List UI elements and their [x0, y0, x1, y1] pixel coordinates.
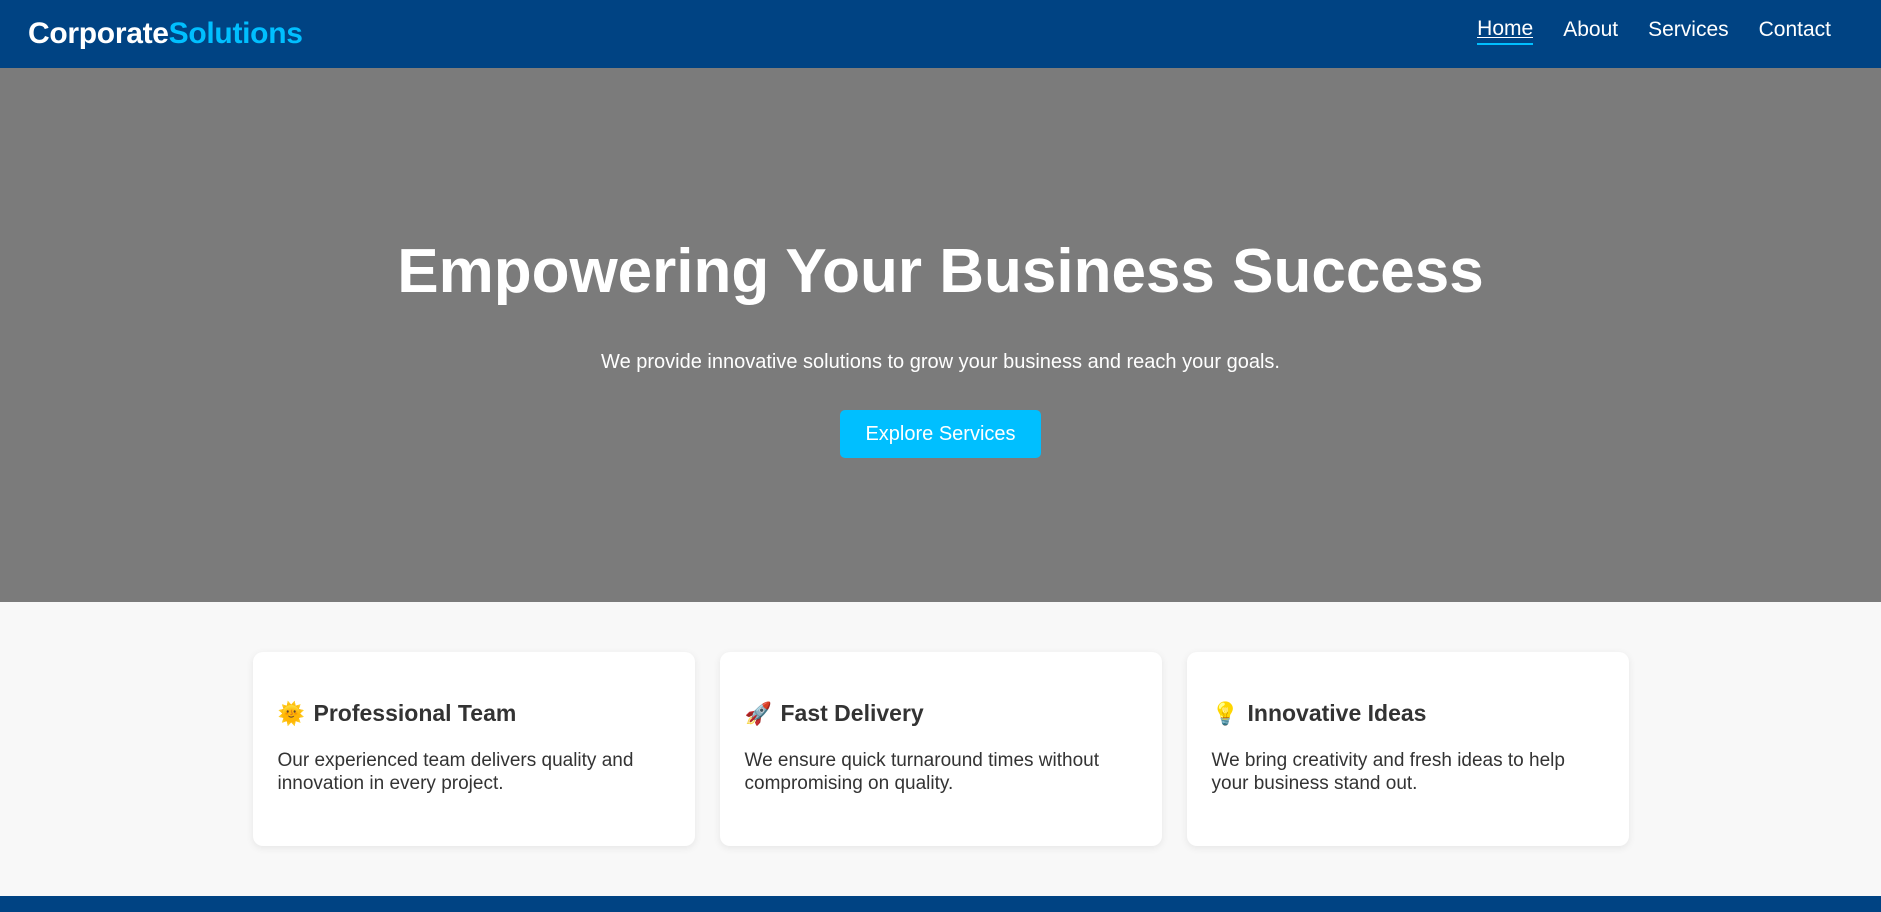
- feature-card-text: We ensure quick turnaround times without…: [744, 750, 1100, 794]
- hero-section: Empowering Your Business Success We prov…: [0, 68, 1881, 602]
- site-logo[interactable]: CorporateSolutions: [28, 17, 303, 51]
- nav-link-contact[interactable]: Contact: [1759, 18, 1831, 44]
- main-nav: Home About Services Contact: [1477, 17, 1831, 45]
- feature-card-title-row: 🚀 Fast Delivery: [745, 700, 1137, 727]
- features-section: 🌞 Professional Team Our experienced team…: [0, 602, 1881, 896]
- lightbulb-icon: 💡: [1211, 700, 1239, 726]
- hero-title: Empowering Your Business Success: [397, 237, 1484, 306]
- nav-link-services[interactable]: Services: [1648, 18, 1729, 44]
- feature-card-text: We bring creativity and fresh ideas to h…: [1211, 750, 1565, 794]
- explore-services-button[interactable]: Explore Services: [840, 410, 1041, 458]
- feature-card-text: Our experienced team delivers quality an…: [277, 750, 634, 794]
- nav-link-about[interactable]: About: [1563, 18, 1618, 44]
- feature-card-title: Fast Delivery: [780, 700, 924, 726]
- feature-card-innovative-ideas: 💡 Innovative Ideas We bring creativity a…: [1186, 652, 1629, 846]
- footer-bar: [0, 896, 1881, 912]
- feature-card-title-row: 💡 Innovative Ideas: [1212, 700, 1604, 727]
- logo-accent-text: Solutions: [168, 17, 303, 50]
- sun-icon: 🌞: [277, 700, 305, 726]
- feature-card-title: Innovative Ideas: [1247, 700, 1427, 726]
- feature-card-professional-team: 🌞 Professional Team Our experienced team…: [252, 652, 695, 846]
- rocket-icon: 🚀: [744, 700, 772, 726]
- logo-main-text: Corporate: [28, 17, 169, 50]
- nav-link-home[interactable]: Home: [1477, 17, 1534, 45]
- feature-card-title-row: 🌞 Professional Team: [278, 700, 670, 727]
- top-navbar: CorporateSolutions Home About Services C…: [0, 0, 1881, 68]
- feature-card-title: Professional Team: [313, 700, 517, 726]
- feature-card-fast-delivery: 🚀 Fast Delivery We ensure quick turnarou…: [719, 652, 1162, 846]
- hero-subtitle: We provide innovative solutions to grow …: [601, 351, 1280, 373]
